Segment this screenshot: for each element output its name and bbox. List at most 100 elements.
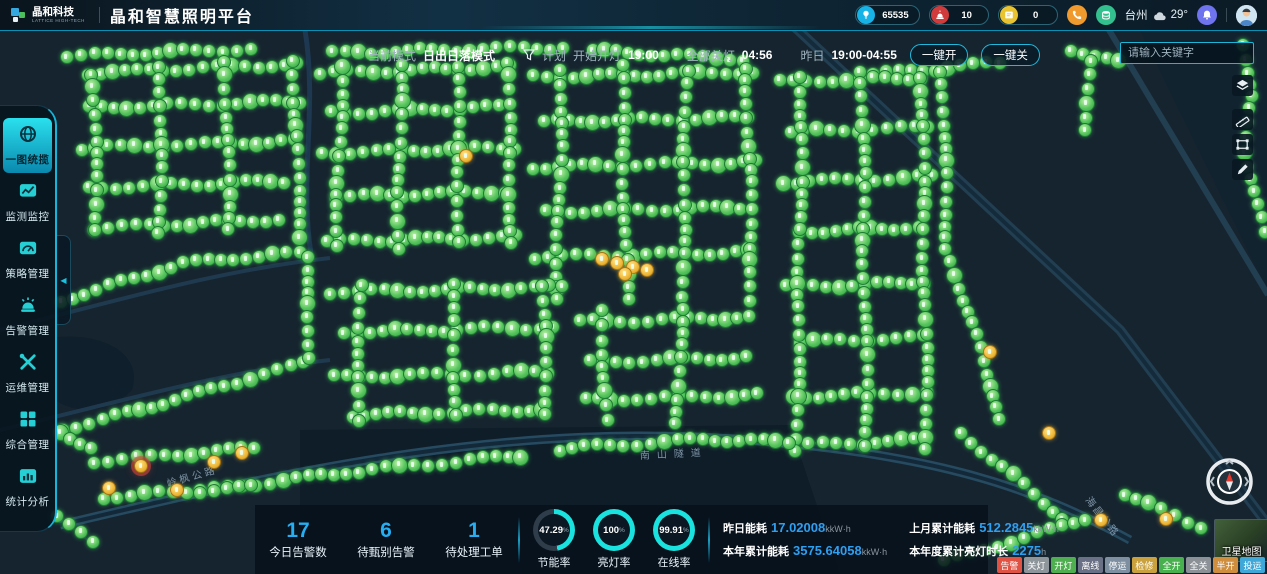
light-marker[interactable]: [861, 363, 875, 377]
light-marker[interactable]: [257, 367, 271, 381]
light-marker[interactable]: [152, 72, 166, 86]
light-marker[interactable]: [352, 414, 366, 428]
light-marker[interactable]: [389, 213, 406, 230]
light-marker[interactable]: [153, 114, 167, 128]
light-marker[interactable]: [719, 67, 733, 81]
light-marker[interactable]: [337, 286, 351, 300]
light-marker[interactable]: [446, 343, 460, 357]
ruler-tool-button[interactable]: [1232, 109, 1253, 130]
light-marker[interactable]: [347, 232, 361, 246]
light-marker[interactable]: [847, 334, 861, 348]
light-marker[interactable]: [394, 136, 408, 150]
light-marker[interactable]: [618, 225, 632, 239]
sidebar-item-strategy[interactable]: 策略管理: [3, 232, 52, 287]
light-marker[interactable]: [680, 76, 694, 90]
light-marker[interactable]: [891, 388, 905, 402]
light-marker[interactable]: [272, 213, 286, 227]
light-marker[interactable]: [127, 271, 141, 285]
light-marker[interactable]: [302, 351, 316, 365]
light-marker[interactable]: [136, 484, 153, 501]
light-marker[interactable]: [536, 294, 550, 308]
light-marker[interactable]: [743, 294, 757, 308]
light-marker[interactable]: [595, 334, 609, 348]
light-marker[interactable]: [247, 441, 261, 455]
light-marker[interactable]: [152, 85, 166, 99]
light-marker[interactable]: [126, 137, 143, 154]
light-marker[interactable]: [74, 525, 88, 539]
light-marker[interactable]: [246, 215, 260, 229]
workorder-count-pill[interactable]: 0: [998, 5, 1058, 25]
light-marker[interactable]: [1258, 225, 1267, 239]
light-marker[interactable]: [466, 100, 480, 114]
light-marker[interactable]: [1247, 184, 1261, 198]
light-marker[interactable]: [618, 267, 632, 281]
light-marker[interactable]: [144, 448, 158, 462]
light-marker[interactable]: [676, 155, 690, 169]
avatar[interactable]: [1236, 5, 1257, 26]
data-icon[interactable]: [1096, 5, 1116, 25]
light-marker[interactable]: [1078, 123, 1092, 137]
light-marker[interactable]: [122, 181, 136, 195]
light-marker[interactable]: [223, 158, 237, 172]
light-marker[interactable]: [487, 367, 501, 381]
light-marker[interactable]: [188, 97, 202, 111]
light-marker[interactable]: [613, 315, 627, 329]
light-marker[interactable]: [259, 215, 273, 229]
light-marker[interactable]: [841, 172, 855, 186]
light-marker[interactable]: [918, 146, 932, 160]
light-marker[interactable]: [1083, 67, 1097, 81]
light-marker[interactable]: [791, 252, 805, 266]
light-marker[interactable]: [154, 189, 168, 203]
light-marker[interactable]: [265, 60, 279, 74]
light-marker[interactable]: [390, 199, 404, 213]
light-marker[interactable]: [448, 395, 462, 409]
light-marker[interactable]: [859, 166, 873, 180]
light-marker[interactable]: [327, 368, 341, 382]
light-marker[interactable]: [816, 435, 830, 449]
light-marker[interactable]: [675, 259, 692, 276]
light-marker[interactable]: [449, 456, 463, 470]
light-marker[interactable]: [921, 375, 935, 389]
light-marker[interactable]: [514, 281, 528, 295]
light-marker[interactable]: [352, 107, 366, 121]
light-marker[interactable]: [88, 108, 102, 122]
light-marker[interactable]: [82, 417, 96, 431]
light-marker[interactable]: [645, 204, 659, 218]
light-marker[interactable]: [705, 66, 719, 80]
legend-chip[interactable]: 开灯: [1051, 557, 1076, 573]
light-marker[interactable]: [435, 458, 449, 472]
light-marker[interactable]: [129, 217, 143, 231]
light-marker[interactable]: [813, 75, 827, 89]
light-marker[interactable]: [500, 66, 517, 83]
all-off-button[interactable]: 一键关: [981, 44, 1040, 66]
light-marker[interactable]: [603, 438, 617, 452]
light-marker[interactable]: [679, 90, 693, 104]
light-marker[interactable]: [182, 63, 196, 77]
light-marker[interactable]: [655, 312, 669, 326]
light-marker[interactable]: [274, 133, 288, 147]
light-marker[interactable]: [360, 233, 374, 247]
light-marker[interactable]: [855, 104, 869, 118]
light-marker[interactable]: [750, 386, 764, 400]
light-marker[interactable]: [155, 174, 169, 188]
light-marker[interactable]: [88, 223, 102, 237]
light-marker[interactable]: [616, 162, 630, 176]
light-marker[interactable]: [617, 394, 631, 408]
light-marker[interactable]: [353, 291, 367, 305]
light-marker[interactable]: [481, 140, 495, 154]
light-marker[interactable]: [196, 215, 210, 229]
light-count-pill[interactable]: 65535: [855, 5, 919, 25]
light-marker[interactable]: [1181, 516, 1195, 530]
light-marker[interactable]: [1194, 521, 1208, 535]
legend-chip[interactable]: 告警: [997, 557, 1022, 573]
light-marker[interactable]: [917, 132, 931, 146]
light-marker[interactable]: [1094, 513, 1108, 527]
light-marker[interactable]: [217, 82, 231, 96]
light-marker[interactable]: [363, 326, 377, 340]
light-marker[interactable]: [917, 209, 931, 223]
light-marker[interactable]: [184, 137, 198, 151]
light-marker[interactable]: [791, 299, 805, 313]
light-marker[interactable]: [639, 247, 653, 261]
light-marker[interactable]: [636, 355, 650, 369]
alarm-count-pill[interactable]: 10: [929, 5, 989, 25]
